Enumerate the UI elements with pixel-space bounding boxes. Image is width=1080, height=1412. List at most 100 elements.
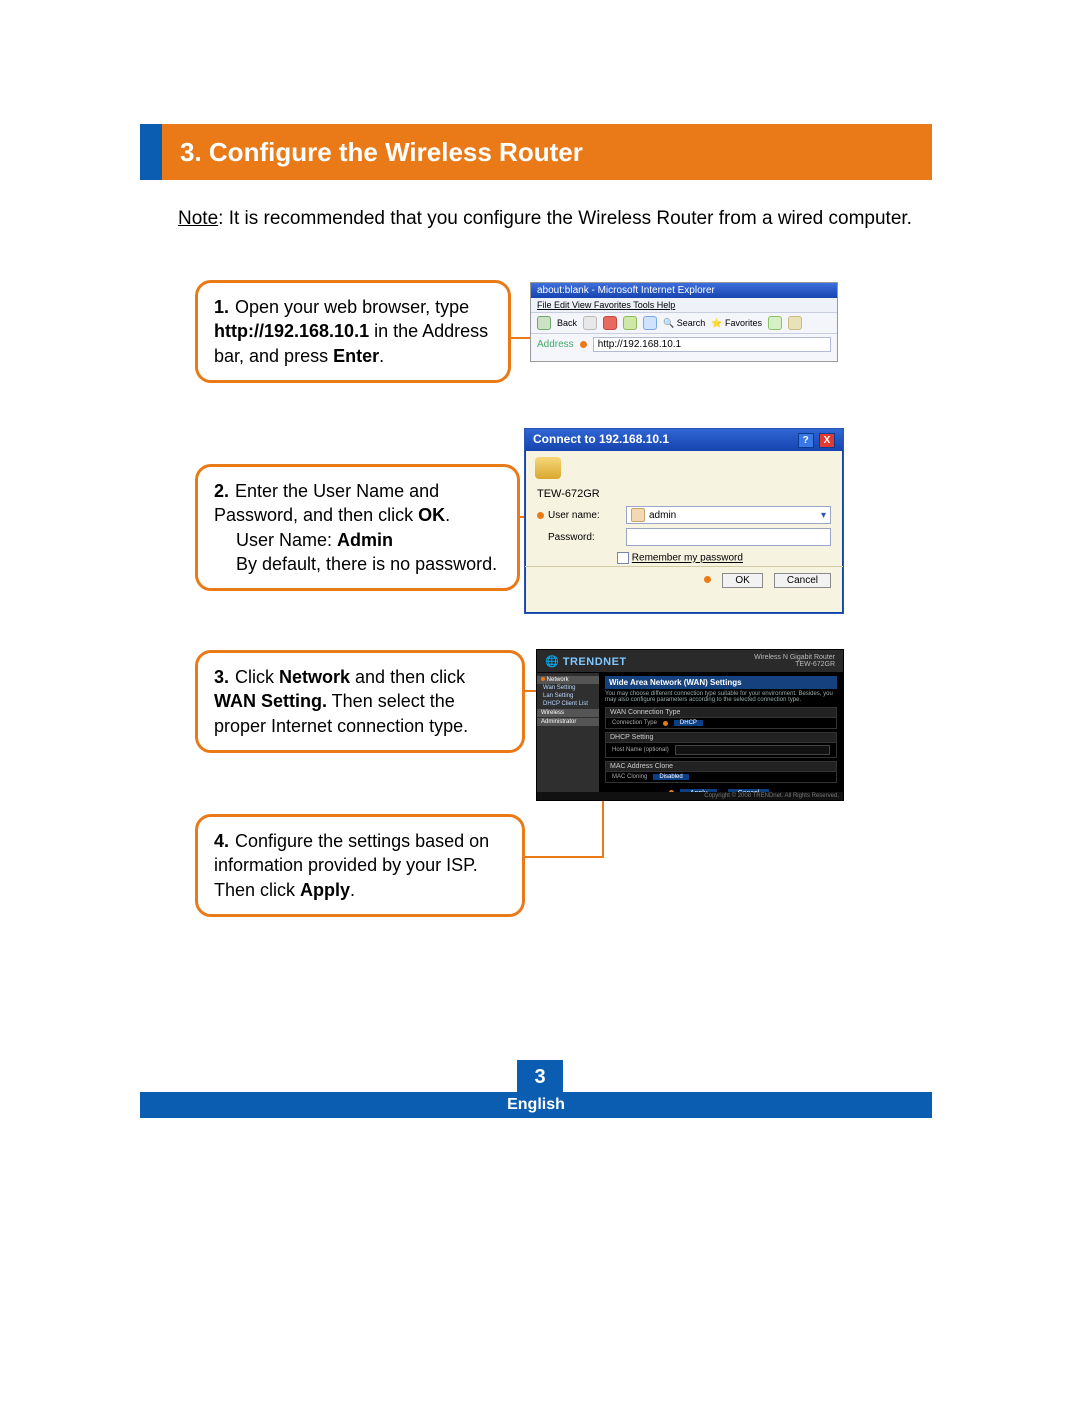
back-button[interactable]: Back [557,318,577,328]
address-input[interactable]: http://192.168.10.1 [593,337,831,352]
section-heading: MAC Address Clone [606,762,836,772]
step-bold: Enter [333,346,379,366]
connection-type-select[interactable]: DHCP [674,720,703,726]
section-heading: DHCP Setting [606,733,836,743]
field-label: MAC Cloning [612,774,647,780]
remember-checkbox[interactable] [617,552,629,564]
step-text: Open your web browser, type [235,297,469,317]
section-heading: 3. Configure the Wireless Router [180,137,583,168]
window-buttons: ? X [796,432,835,448]
address-bar: Address http://192.168.10.1 [531,334,837,355]
step-number: 1. [214,297,229,317]
note-text: : It is recommended that you configure t… [218,208,912,229]
highlight-dot [580,341,587,348]
field-label: Host Name (optional) [612,747,669,753]
section-dhcp: DHCP Setting Host Name (optional) [605,732,837,758]
step-text: Enter the User Name and Password, and th… [214,481,439,525]
chevron-down-icon[interactable]: ▾ [821,510,826,521]
mac-cloning-select[interactable]: Disabled [653,774,688,780]
username-label: User name: [548,510,626,521]
manual-page: 3. Configure the Wireless Router Note: I… [0,0,1080,1412]
step-bold: Network [279,667,350,687]
brand-label: 🌐 TRENDNET [545,655,627,668]
step-number: 2. [214,481,229,501]
refresh-icon[interactable] [623,316,637,330]
step-number: 3. [214,667,229,687]
back-icon[interactable] [537,316,551,330]
step-bold: Apply [300,880,350,900]
dialog-buttons: OK Cancel [525,566,843,596]
admin-sidebar: Network Wan Setting Lan Setting DHCP Cli… [537,673,599,799]
highlight-dot [541,677,545,681]
help-icon[interactable]: ? [798,433,814,448]
page-number: 3 [517,1060,563,1094]
admin-page-title: Wide Area Network (WAN) Settings [605,676,837,689]
search-button[interactable]: 🔍 Search [663,318,705,329]
step-1-callout: 1. Open your web browser, type http://192… [195,280,511,383]
username-row: User name: admin ▾ [525,504,843,526]
step-3-callout: 3. Click Network and then click WAN Setti… [195,650,525,753]
mail-icon[interactable] [788,316,802,330]
step-text: . [350,880,355,900]
step-number: 4. [214,831,229,851]
step-text: By default, there is no password. [236,554,497,574]
dialog-titlebar: Connect to 192.168.10.1 ? X [525,429,843,451]
highlight-dot [663,721,668,726]
sidebar-item-lan[interactable]: Lan Setting [537,692,599,700]
section-heading: WAN Connection Type [606,708,836,718]
language-footer: English [140,1092,932,1118]
step-2-callout: 2.Enter the User Name and Password, and … [195,464,520,591]
section-wan-type: WAN Connection Type Connection Type DHCP [605,707,837,729]
sidebar-category-admin[interactable]: Administrator [537,718,599,726]
remember-row: Remember my password [525,548,843,566]
favorites-button[interactable]: ⭐ Favorites [711,318,762,329]
connector-line [525,856,602,858]
address-label: Address [537,339,574,350]
keys-icon [525,451,843,484]
hostname-input[interactable] [675,745,830,755]
note-label: Note [178,208,218,229]
step-bold: http://192.168.10.1 [214,321,369,341]
step-text: User Name: [236,530,337,550]
step-text: Click [235,667,279,687]
screenshot-login-dialog: Connect to 192.168.10.1 ? X TEW-672GR Us… [524,428,844,614]
admin-page-desc: You may choose different connection type… [605,689,837,707]
dialog-title: Connect to 192.168.10.1 [533,432,669,448]
home-icon[interactable] [643,316,657,330]
step-text: . [445,505,450,525]
username-input[interactable]: admin ▾ [626,506,831,524]
step-bold: OK [418,505,445,525]
toolbar: Back 🔍 Search ⭐ Favorites [531,313,837,334]
step-bold: WAN Setting. [214,691,327,711]
sidebar-category-wireless[interactable]: Wireless [537,709,599,717]
close-icon[interactable]: X [819,433,835,448]
menu-bar: File Edit View Favorites Tools Help [531,298,837,313]
cancel-button[interactable]: Cancel [774,573,831,588]
stop-icon[interactable] [603,316,617,330]
realm-label: TEW-672GR [525,484,843,504]
password-label: Password: [548,532,626,543]
step-4-callout: 4.Configure the settings based on inform… [195,814,525,917]
admin-main: Wide Area Network (WAN) Settings You may… [599,673,843,799]
forward-icon[interactable] [583,316,597,330]
section-heading-bar: 3. Configure the Wireless Router [140,124,932,180]
admin-copyright: Copyright © 2008 TRENDnet. All Rights Re… [537,792,843,800]
highlight-dot [704,576,711,583]
ok-button[interactable]: OK [722,573,762,588]
model-label: Wireless N Gigabit RouterTEW-672GR [754,654,835,668]
history-icon[interactable] [768,316,782,330]
step-text: and then click [350,667,465,687]
user-icon [631,508,645,522]
sidebar-item-wan[interactable]: Wan Setting [537,684,599,692]
step-text: . [379,346,384,366]
section-mac-clone: MAC Address Clone MAC Cloning Disabled [605,761,837,783]
screenshot-browser: about:blank - Microsoft Internet Explore… [530,282,838,362]
sidebar-item-dhcp[interactable]: DHCP Client List [537,700,599,708]
password-input[interactable] [626,528,831,546]
screenshot-router-admin: 🌐 TRENDNET Wireless N Gigabit RouterTEW-… [536,649,844,801]
step-bold: Admin [337,530,393,550]
remember-label: Remember my password [632,553,743,564]
sidebar-category-network[interactable]: Network [537,676,599,684]
admin-header: 🌐 TRENDNET Wireless N Gigabit RouterTEW-… [537,650,843,673]
note-paragraph: Note: It is recommended that you configu… [178,206,932,232]
